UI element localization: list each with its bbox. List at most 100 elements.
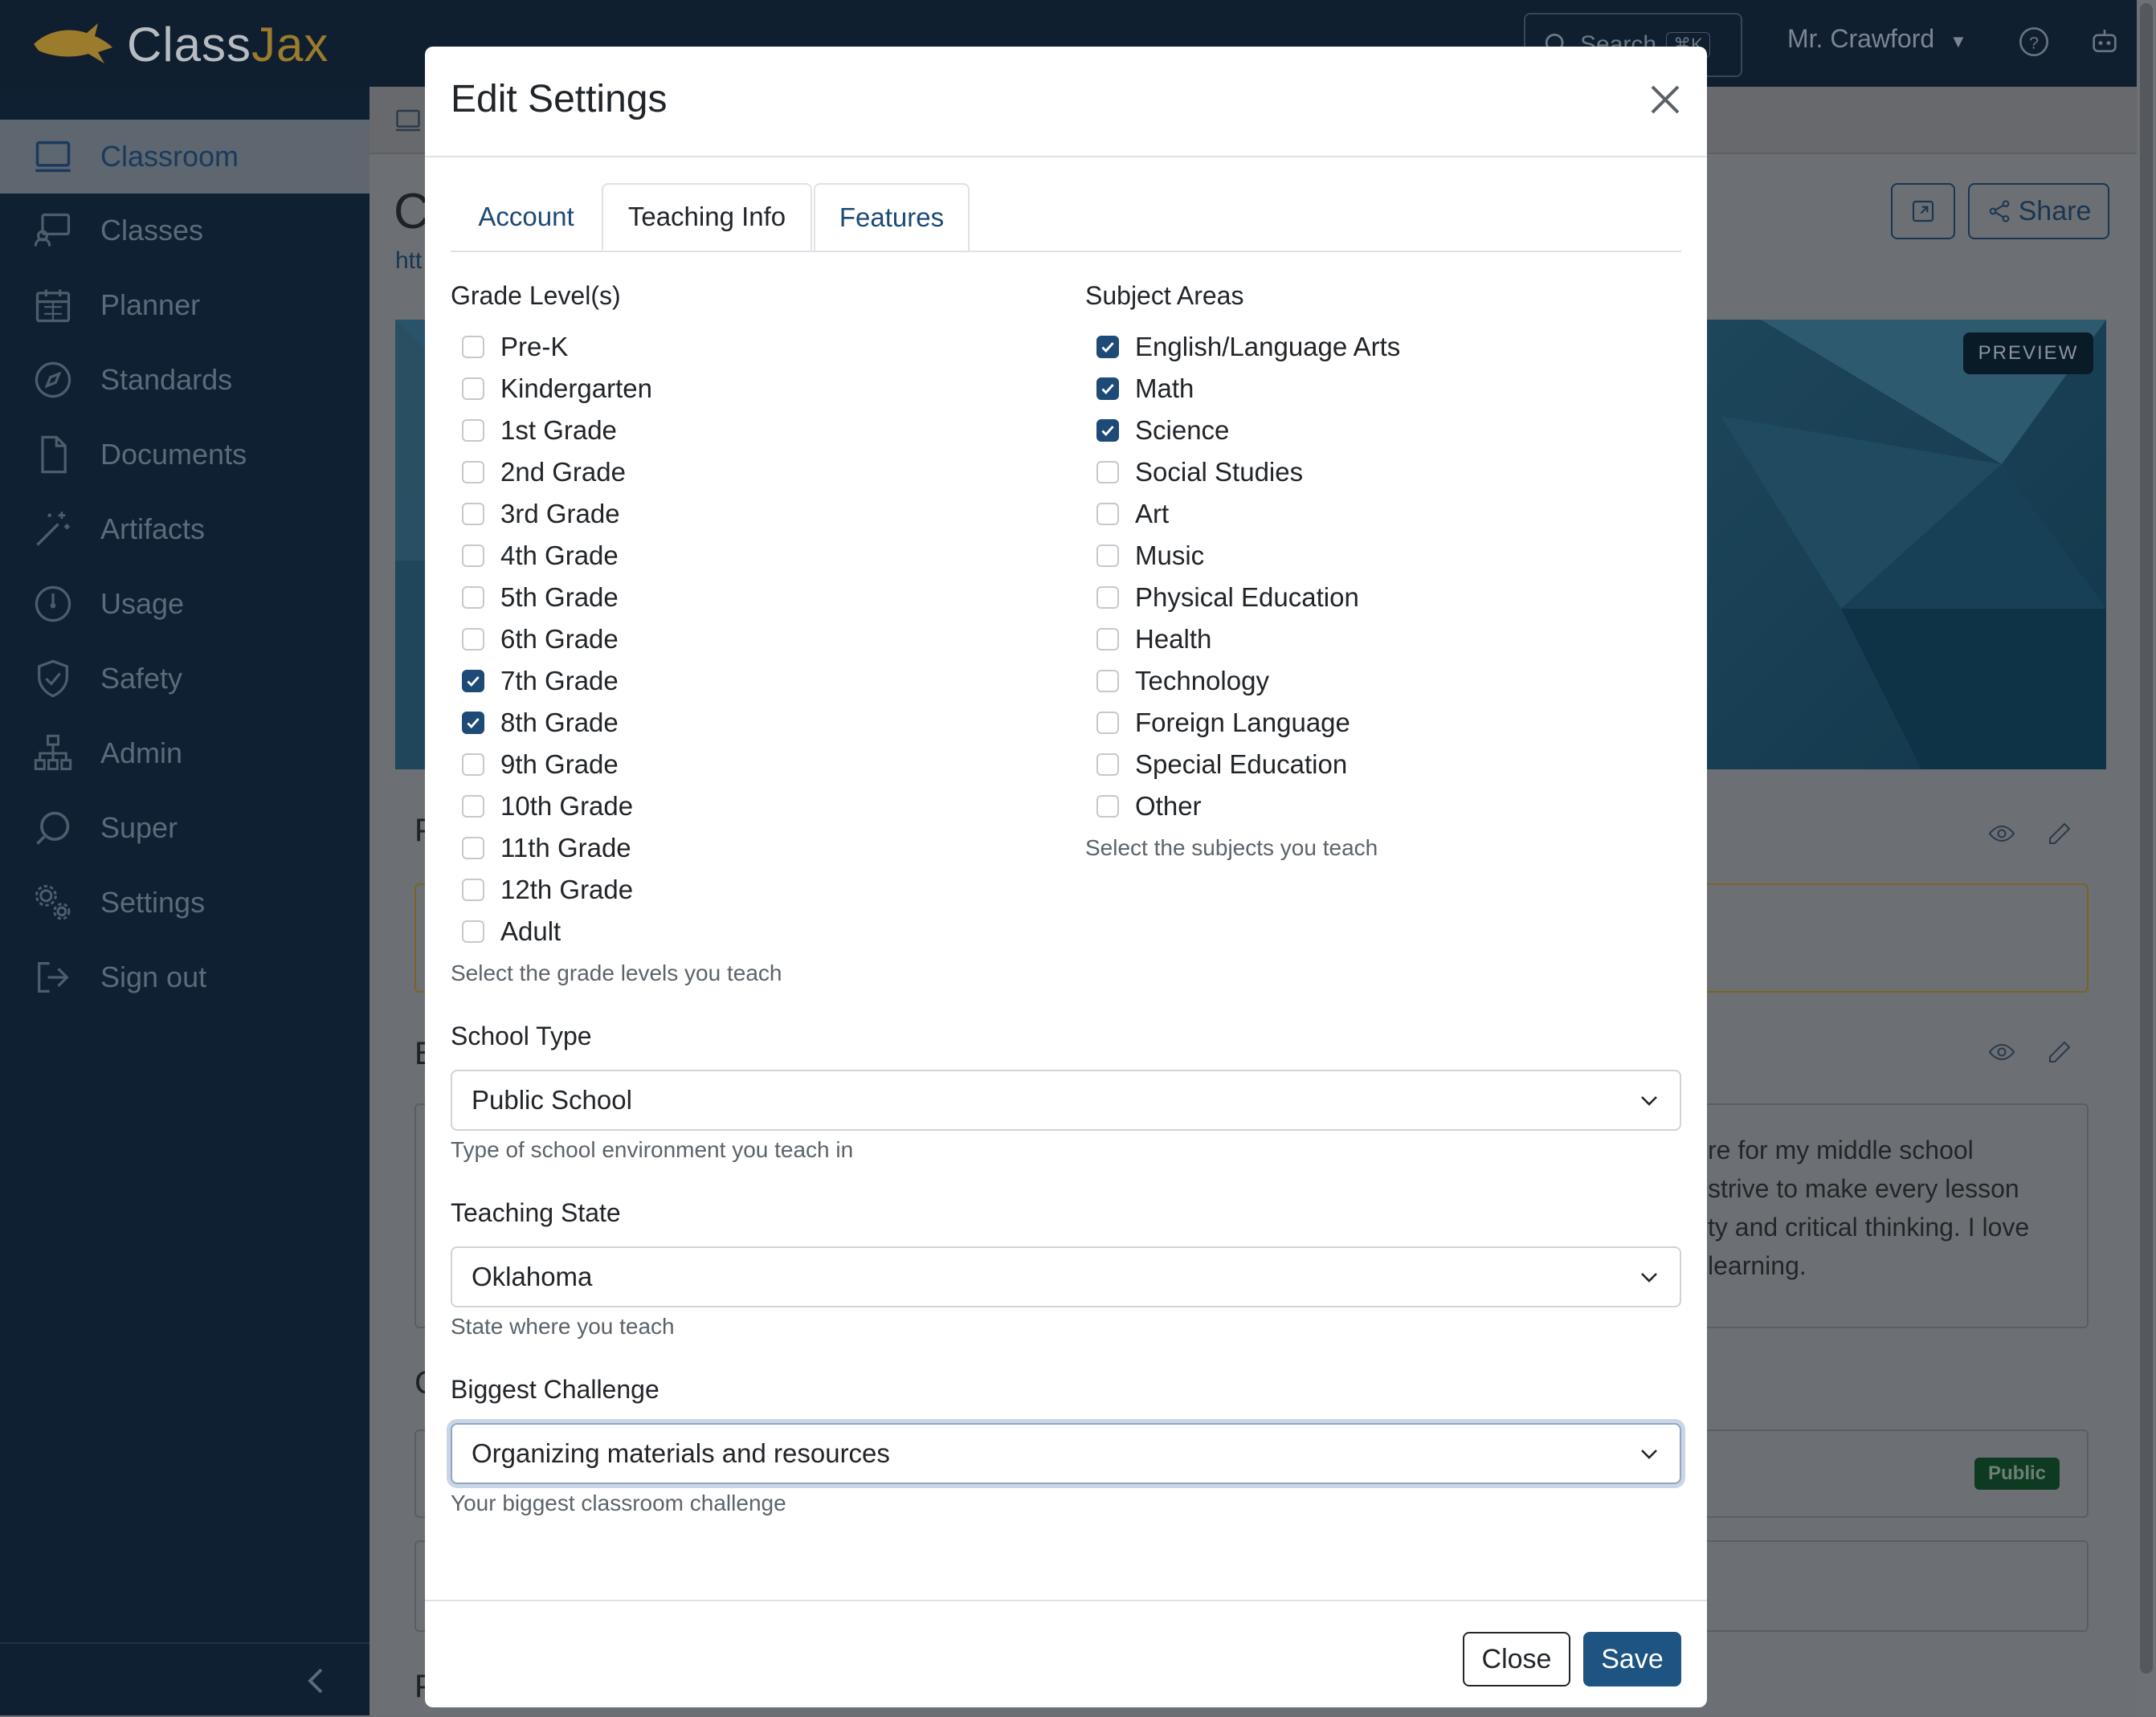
checkbox-row[interactable]: 11th Grade xyxy=(462,827,631,869)
sidebar: Classroom Classes Planner Standards Docu… xyxy=(0,87,370,1715)
open-external-button[interactable] xyxy=(1891,183,1955,239)
sidebar-item-settings[interactable]: Settings xyxy=(0,866,370,940)
robot-icon[interactable] xyxy=(2089,26,2121,58)
checkbox[interactable] xyxy=(462,628,484,651)
checkbox[interactable] xyxy=(1096,753,1119,776)
checkbox-checked[interactable] xyxy=(462,712,484,734)
checkbox-row[interactable]: 4th Grade xyxy=(462,535,619,577)
checkbox-row[interactable]: Pre-K xyxy=(462,326,568,368)
checkbox-row[interactable]: Health xyxy=(1096,618,1211,660)
checkbox[interactable] xyxy=(462,795,484,818)
checkbox-row[interactable]: 1st Grade xyxy=(462,410,617,451)
checkbox-label: English/Language Arts xyxy=(1135,332,1401,361)
biggest-challenge-select[interactable]: Organizing materials and resources xyxy=(451,1423,1681,1484)
checkbox[interactable] xyxy=(1096,461,1119,483)
sidebar-item-planner[interactable]: Planner xyxy=(0,268,370,342)
checkbox[interactable] xyxy=(462,336,484,358)
checkbox-row[interactable]: 6th Grade xyxy=(462,618,619,660)
sidebar-item-standards[interactable]: Standards xyxy=(0,343,370,417)
sidebar-item-admin[interactable]: Admin xyxy=(0,716,370,790)
bio-line: re for my middle school xyxy=(1708,1136,1974,1164)
sidebar-item-super[interactable]: Super xyxy=(0,791,370,865)
scrollbar-thumb[interactable] xyxy=(2140,3,2153,1674)
checkbox-row[interactable]: Adult xyxy=(462,911,561,952)
tab-account[interactable]: Account xyxy=(451,183,602,251)
checkbox[interactable] xyxy=(462,879,484,901)
svg-text:?: ? xyxy=(2029,32,2039,52)
class-link[interactable]: htt xyxy=(395,247,422,275)
checkbox-row[interactable]: Social Studies xyxy=(1096,451,1303,493)
checkbox[interactable] xyxy=(462,544,484,567)
eye-icon[interactable] xyxy=(1987,819,2016,848)
checkbox-row[interactable]: 8th Grade xyxy=(462,702,619,744)
tab-features[interactable]: Features xyxy=(814,183,970,251)
user-menu[interactable]: Mr. Crawford ▼ xyxy=(1787,24,1967,54)
checkbox-row[interactable]: Music xyxy=(1096,535,1204,577)
checkbox[interactable] xyxy=(1096,670,1119,692)
checkbox-checked[interactable] xyxy=(462,670,484,692)
checkbox-row[interactable]: Physical Education xyxy=(1096,577,1359,618)
sidebar-item-sign-out[interactable]: Sign out xyxy=(0,940,370,1014)
eye-icon[interactable] xyxy=(1987,1038,2016,1066)
checkbox-row[interactable]: Art xyxy=(1096,493,1169,535)
checkbox-row[interactable]: Science xyxy=(1096,410,1229,451)
checkbox[interactable] xyxy=(1096,795,1119,818)
checkbox[interactable] xyxy=(462,503,484,525)
checkmark-icon xyxy=(1101,384,1114,395)
classjax-logo[interactable]: ClassJax xyxy=(31,16,329,72)
close-button[interactable]: Close xyxy=(1463,1632,1570,1686)
sidebar-item-classroom[interactable]: Classroom xyxy=(0,120,370,194)
checkbox-row[interactable]: 9th Grade xyxy=(462,744,619,785)
chevron-left-icon[interactable] xyxy=(304,1666,329,1695)
teaching-state-select[interactable]: Oklahoma xyxy=(451,1246,1681,1307)
tab-teaching-info[interactable]: Teaching Info xyxy=(602,183,812,251)
logo-text-class: Class xyxy=(127,17,252,71)
share-button[interactable]: Share xyxy=(1968,183,2109,239)
checkbox-row[interactable]: Technology xyxy=(1096,660,1269,702)
checkbox[interactable] xyxy=(462,377,484,400)
sidebar-item-usage[interactable]: Usage xyxy=(0,567,370,641)
close-icon[interactable] xyxy=(1646,80,1684,119)
page-scrollbar[interactable] xyxy=(2137,0,2156,1715)
save-button[interactable]: Save xyxy=(1583,1632,1681,1686)
checkbox-row[interactable]: Math xyxy=(1096,368,1194,410)
checkbox[interactable] xyxy=(1096,503,1119,525)
chevron-down-icon xyxy=(1641,1273,1657,1283)
checkbox[interactable] xyxy=(1096,628,1119,651)
checkbox[interactable] xyxy=(462,920,484,943)
checkbox[interactable] xyxy=(1096,586,1119,609)
sidebar-item-documents[interactable]: Documents xyxy=(0,418,370,491)
school-type-select[interactable]: Public School xyxy=(451,1070,1681,1131)
sidebar-item-classes[interactable]: Classes xyxy=(0,194,370,267)
checkbox-row[interactable]: Foreign Language xyxy=(1096,702,1350,744)
checkbox[interactable] xyxy=(462,419,484,442)
checkbox-checked[interactable] xyxy=(1096,377,1119,400)
checkbox-row[interactable]: Other xyxy=(1096,785,1202,827)
checkbox-checked[interactable] xyxy=(1096,336,1119,358)
checkbox-row[interactable]: 5th Grade xyxy=(462,577,619,618)
checkbox-row[interactable]: English/Language Arts xyxy=(1096,326,1400,368)
checkbox[interactable] xyxy=(462,837,484,859)
checkbox[interactable] xyxy=(1096,712,1119,734)
checkbox[interactable] xyxy=(1096,544,1119,567)
checkbox-row[interactable]: 10th Grade xyxy=(462,785,633,827)
help-circle-icon[interactable]: ? xyxy=(2018,26,2050,58)
edit-icon[interactable] xyxy=(2045,819,2074,848)
checkbox-row[interactable]: 7th Grade xyxy=(462,660,619,702)
checkbox-row[interactable]: 3rd Grade xyxy=(462,493,620,535)
checkbox-row[interactable]: 2nd Grade xyxy=(462,451,626,493)
magic-wand-icon xyxy=(36,512,70,546)
user-name: Mr. Crawford xyxy=(1787,24,1935,53)
checkbox-row[interactable]: 12th Grade xyxy=(462,869,633,911)
checkbox[interactable] xyxy=(462,586,484,609)
checkbox-row[interactable]: Special Education xyxy=(1096,744,1347,785)
sidebar-item-safety[interactable]: Safety xyxy=(0,642,370,716)
sidebar-item-artifacts[interactable]: Artifacts xyxy=(0,492,370,566)
calendar-icon xyxy=(35,289,71,323)
checkbox-label: 5th Grade xyxy=(500,582,619,612)
edit-icon[interactable] xyxy=(2045,1038,2074,1066)
checkbox[interactable] xyxy=(462,461,484,483)
checkbox-row[interactable]: Kindergarten xyxy=(462,368,652,410)
checkbox-checked[interactable] xyxy=(1096,419,1119,442)
checkbox[interactable] xyxy=(462,753,484,776)
